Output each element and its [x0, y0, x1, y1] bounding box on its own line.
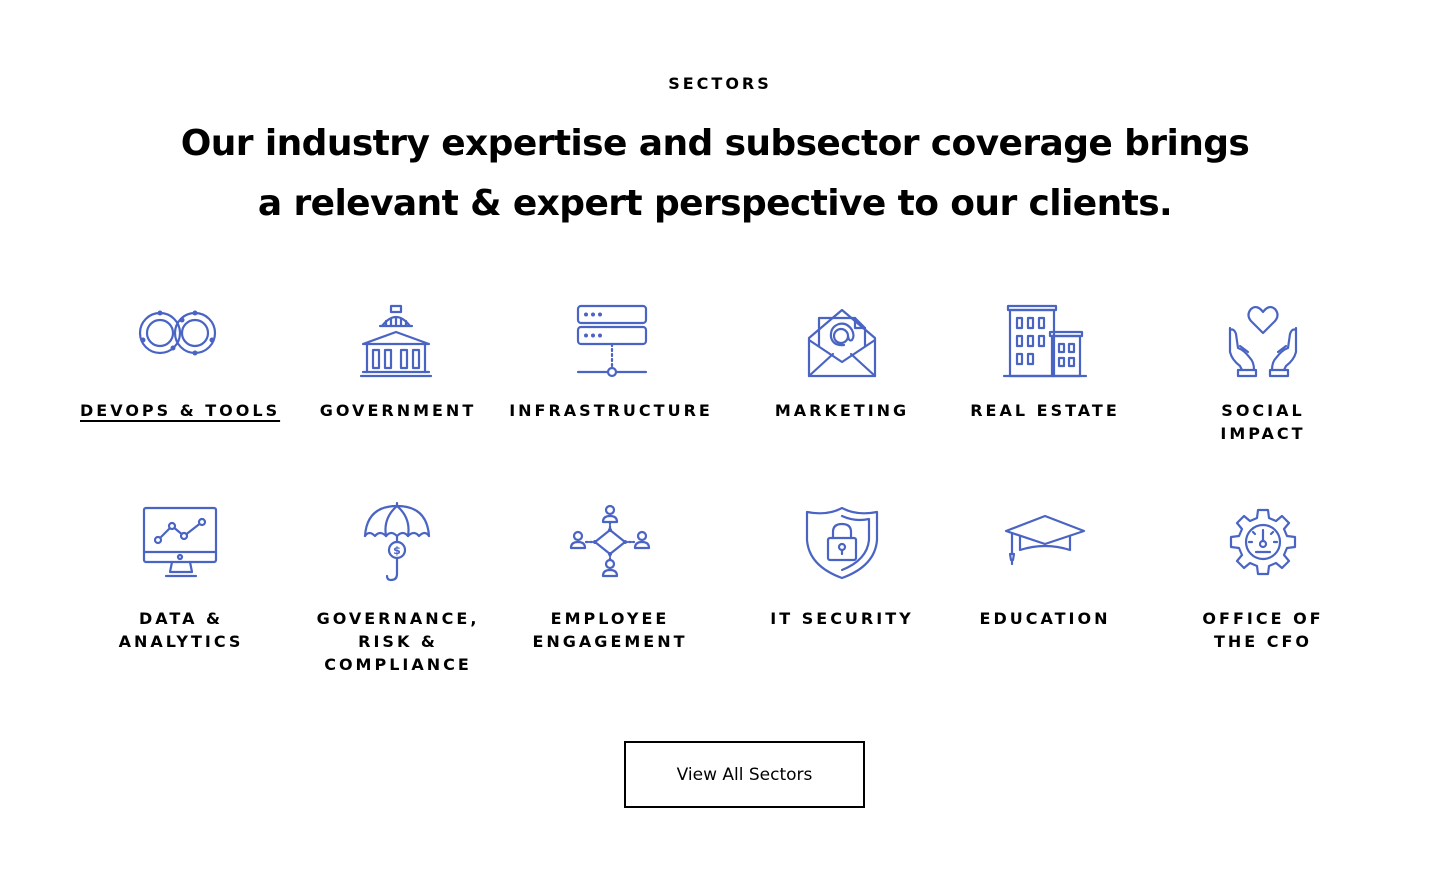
- svg-text:$: $: [393, 544, 401, 557]
- sector-devops-tools[interactable]: DEVOPS & TOOLS: [80, 300, 280, 450]
- sectors-eyebrow: SECTORS: [668, 74, 772, 93]
- sector-social-impact[interactable]: SOCIAL IMPACT: [1188, 300, 1338, 450]
- shield-lock-icon: [797, 502, 887, 582]
- sector-label: INFRASTRUCTURE: [509, 401, 713, 420]
- office-buildings-icon: [1000, 300, 1090, 380]
- sector-education[interactable]: EDUCATION: [960, 502, 1130, 652]
- hands-heart-icon: [1218, 300, 1308, 380]
- server-rack-icon: [566, 300, 656, 380]
- sector-label: EDUCATION: [979, 609, 1111, 628]
- sector-marketing[interactable]: MARKETING: [760, 300, 924, 450]
- sector-infrastructure[interactable]: INFRASTRUCTURE: [506, 300, 716, 450]
- umbrella-dollar-icon: $: [353, 502, 443, 582]
- email-envelope-icon: [797, 300, 887, 380]
- sector-data-analytics[interactable]: DATA & ANALYTICS: [96, 502, 266, 652]
- sector-it-security[interactable]: IT SECURITY: [760, 502, 924, 652]
- monitor-chart-icon: [136, 502, 226, 582]
- sector-label: GOVERNMENT: [319, 401, 477, 420]
- infinity-loop-icon: [135, 300, 225, 380]
- section-headline: Our industry expertise and subsector cov…: [180, 123, 1250, 224]
- gear-gauge-icon: [1218, 502, 1308, 582]
- sector-label: SOCIAL IMPACT: [1220, 401, 1306, 443]
- capitol-building-icon: [353, 300, 443, 380]
- sector-government[interactable]: GOVERNMENT: [300, 300, 496, 450]
- sector-label: DATA & ANALYTICS: [118, 609, 244, 651]
- sector-employee-engagement[interactable]: EMPLOYEE ENGAGEMENT: [530, 502, 690, 652]
- sector-label: MARKETING: [774, 401, 910, 420]
- sector-label: IT SECURITY: [770, 609, 914, 628]
- sector-real-estate[interactable]: REAL ESTATE: [960, 300, 1130, 450]
- sector-office-of-the-cfo[interactable]: OFFICE OF THE CFO: [1188, 502, 1338, 652]
- view-all-sectors-button[interactable]: View All Sectors: [624, 741, 865, 808]
- sector-label: GOVERNANCE, RISK & COMPLIANCE: [316, 609, 480, 674]
- sector-governance-risk-compliance[interactable]: $ GOVERNANCE, RISK & COMPLIANCE: [312, 502, 484, 677]
- people-network-icon: [565, 502, 655, 582]
- graduation-cap-icon: [1000, 502, 1090, 582]
- sector-label: OFFICE OF THE CFO: [1202, 609, 1324, 651]
- sector-label: EMPLOYEE ENGAGEMENT: [532, 609, 688, 651]
- sector-label: REAL ESTATE: [970, 401, 1120, 420]
- sector-label: DEVOPS & TOOLS: [80, 401, 281, 420]
